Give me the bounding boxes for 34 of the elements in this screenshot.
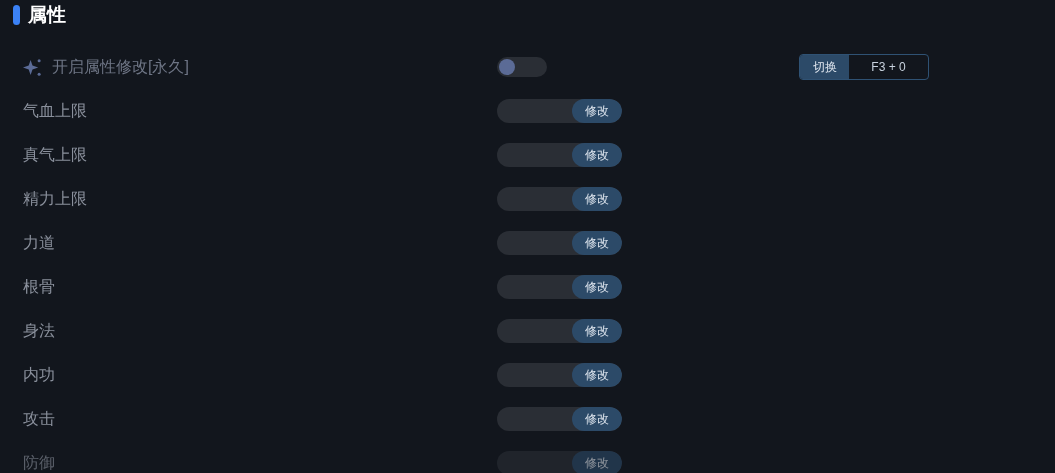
value-field[interactable]: 修改 — [497, 231, 622, 255]
attribute-label: 攻击 — [23, 409, 55, 429]
attribute-label: 真气上限 — [23, 145, 87, 165]
value-field[interactable]: 修改 — [497, 143, 622, 167]
value-field[interactable]: 修改 — [497, 187, 622, 211]
attribute-label: 力道 — [23, 233, 55, 253]
modify-button[interactable]: 修改 — [572, 187, 622, 211]
modify-button[interactable]: 修改 — [572, 451, 622, 473]
attribute-label: 内功 — [23, 365, 55, 385]
hotkey-text: F3 + 0 — [870, 59, 907, 76]
attribute-label: 防御 — [23, 453, 55, 473]
hotkey-switch-button[interactable]: 切换 — [800, 55, 849, 79]
attribute-label: 根骨 — [23, 277, 55, 297]
value-field[interactable]: 修改 — [497, 275, 622, 299]
sparkle-icon — [23, 57, 42, 77]
attribute-label: 精力上限 — [23, 189, 87, 209]
modify-button[interactable]: 修改 — [572, 319, 622, 343]
attribute-label: 气血上限 — [23, 101, 87, 121]
value-field[interactable]: 修改 — [497, 319, 622, 343]
modify-button[interactable]: 修改 — [572, 99, 622, 123]
value-field[interactable]: 修改 — [497, 451, 622, 473]
toggle-switch[interactable] — [497, 57, 547, 77]
option-label: 开启属性修改[永久] — [52, 57, 189, 77]
modify-button[interactable]: 修改 — [572, 143, 622, 167]
section-marker — [13, 4, 20, 25]
modify-button[interactable]: 修改 — [572, 231, 622, 255]
modify-button[interactable]: 修改 — [572, 275, 622, 299]
attribute-label: 身法 — [23, 321, 55, 341]
value-field[interactable]: 修改 — [497, 407, 622, 431]
modify-button[interactable]: 修改 — [572, 363, 622, 387]
value-field[interactable]: 修改 — [497, 363, 622, 387]
section-title: 属性 — [28, 5, 66, 24]
value-field[interactable]: 修改 — [497, 99, 622, 123]
modify-button[interactable]: 修改 — [572, 407, 622, 431]
